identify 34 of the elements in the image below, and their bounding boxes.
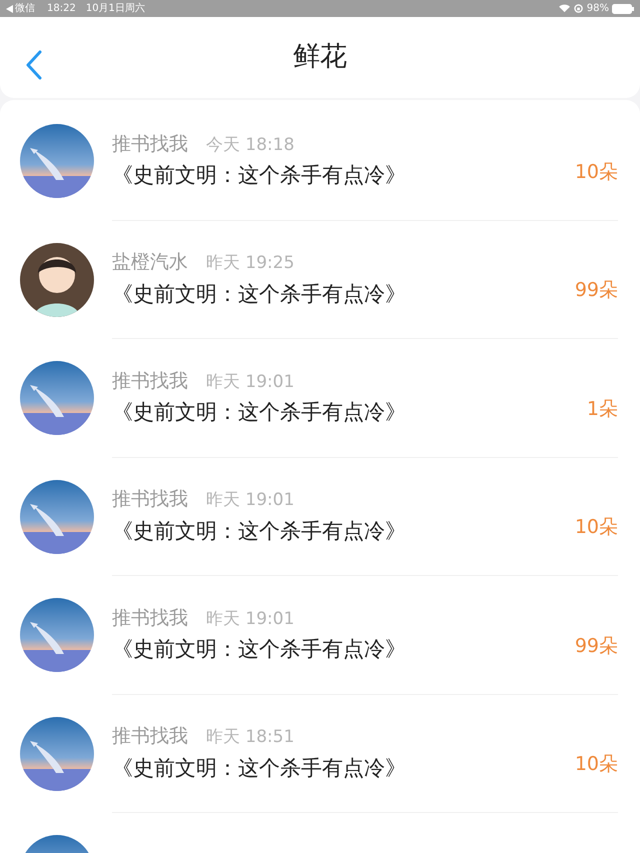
lock-rotation-icon [574, 4, 583, 13]
app-name[interactable]: 微信 [15, 1, 35, 16]
book-title: 《史前文明：这个杀手有点冷》 [112, 162, 406, 190]
timestamp: 昨天 19:25 [206, 252, 294, 276]
sender-name: 推书找我 [112, 368, 188, 394]
flower-count: 1朵 [586, 396, 618, 422]
flower-count: 10朵 [574, 752, 618, 778]
timestamp: 昨天 19:01 [206, 608, 294, 631]
book-title: 《史前文明：这个杀手有点冷》 [112, 518, 406, 545]
timestamp: 昨天 18:51 [206, 726, 294, 750]
sender-name: 推书找我 [112, 724, 188, 750]
timestamp: 今天 18:18 [206, 134, 294, 157]
book-title: 《史前文明：这个杀手有点冷》 [112, 636, 406, 664]
flower-count: 10朵 [574, 160, 618, 185]
sender-name: 推书找我 [112, 487, 188, 512]
date: 10月1日周六 [86, 2, 145, 16]
book-title: 《史前文明：这个杀手有点冷》 [112, 754, 406, 782]
flower-count: 99朵 [574, 634, 618, 659]
timestamp: 昨天 19:01 [206, 370, 294, 394]
battery-percent: 98% [586, 2, 609, 16]
sender-name: 推书找我 [112, 606, 188, 631]
back-icon[interactable] [6, 4, 13, 12]
clock: 18:22 [47, 2, 76, 16]
book-title: 《史前文明：这个杀手有点冷》 [112, 399, 406, 426]
wifi-icon [558, 4, 570, 13]
sender-name: 盐橙汽水 [112, 250, 188, 276]
flower-count: 10朵 [574, 515, 618, 540]
battery-icon [612, 4, 634, 14]
flower-count: 99朵 [574, 278, 618, 304]
timestamp: 昨天 19:01 [206, 489, 294, 512]
sender-name: 推书找我 [112, 132, 188, 157]
back-icon[interactable] [26, 50, 42, 80]
page-title: 鲜花 [293, 40, 347, 74]
book-title: 《史前文明：这个杀手有点冷》 [112, 280, 406, 308]
